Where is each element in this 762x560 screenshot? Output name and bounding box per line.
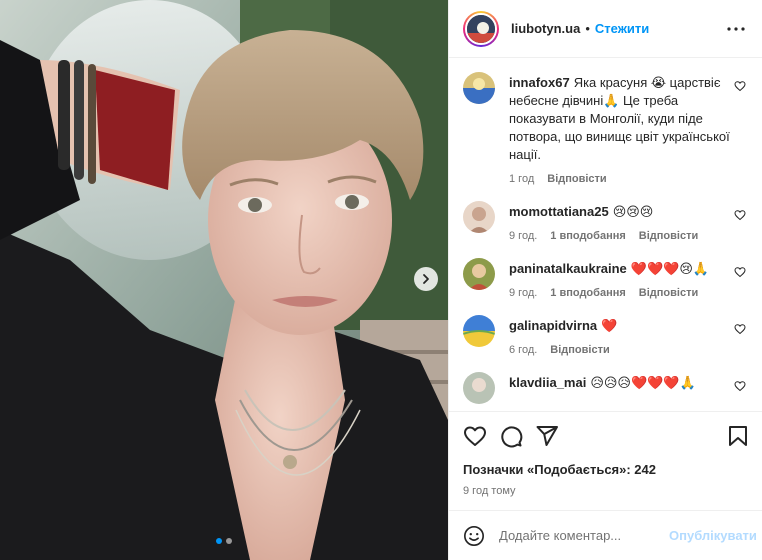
author-avatar[interactable] [463,10,499,47]
bookmark-icon [729,426,747,446]
commenter-avatar[interactable] [463,372,495,404]
emoji-button[interactable] [463,524,485,548]
comment-body: momottatiana25 😢😢😢 9 год. 1 вподобання Ві… [509,203,731,242]
comment-time[interactable]: 6 год. [509,344,537,356]
save-button[interactable] [724,424,748,448]
share-button[interactable] [535,418,571,454]
heart-icon [734,210,746,221]
comment-content: ❤️❤️❤️😢🙏 [630,261,710,276]
comment-composer: Опублікувати [449,510,762,560]
comment-like-button[interactable] [732,321,748,337]
heart-icon [734,81,746,92]
comment-like-button[interactable] [732,207,748,223]
comment-item: galinapidvirna ❤️ 6 год. Відповісти [463,315,748,356]
post-actions: Позначки «Подобається»: 242 9 год тому [449,411,762,499]
post-media[interactable] [0,0,448,560]
slide-dot [226,538,232,544]
author-username[interactable]: liubotyn.ua [511,21,580,36]
reply-button[interactable]: Відповісти [550,344,609,356]
comment-item: klavdiia_mai 😥😥😥❤️❤️❤️🙏 [463,372,748,404]
comment-likes-count[interactable]: 1 вподобання [550,230,625,242]
reply-button[interactable]: Відповісти [547,173,606,185]
comment-content: ❤️ [601,318,618,333]
reply-button[interactable]: Відповісти [639,287,698,299]
action-row [463,412,748,460]
comment-text: innafox67 Яка красуня 😭 царствіє небесне … [509,74,731,164]
comment-username[interactable]: paninatalkaukraine [509,261,627,276]
comment-like-button[interactable] [732,378,748,394]
comment-body: galinapidvirna ❤️ 6 год. Відповісти [509,317,731,356]
header-separator: • [585,21,590,36]
comment-icon [501,426,523,448]
comment-like-button[interactable] [732,78,748,94]
comments-list[interactable]: innafox67 Яка красуня 😭 царствіє небесне … [449,58,762,411]
follow-button[interactable]: Стежити [595,21,649,36]
post-timestamp[interactable]: 9 год тому [463,485,748,497]
comment-time[interactable]: 9 год. [509,230,537,242]
chevron-right-icon [423,274,429,284]
comment-like-button[interactable] [732,264,748,280]
account-avatar-icon [465,12,497,45]
comment-text: galinapidvirna ❤️ [509,317,731,335]
like-button[interactable] [463,418,499,454]
publish-button[interactable]: Опублікувати [669,528,757,543]
heart-icon [734,267,746,278]
emoji-icon [464,525,484,546]
likes-count[interactable]: Позначки «Подобається»: 242 [463,462,748,477]
comment-input[interactable] [499,528,669,543]
post-dialog: liubotyn.ua • Стежити innafox67 Яка красу… [0,0,762,560]
comment-text: momottatiana25 😢😢😢 [509,203,731,221]
comment-meta: 6 год. Відповісти [509,344,731,356]
post-side-panel: liubotyn.ua • Стежити innafox67 Яка красу… [448,0,762,560]
slide-dot-active [216,538,222,544]
comment-time[interactable]: 9 год. [509,287,537,299]
comment-username[interactable]: klavdiia_mai [509,375,586,390]
comment-body: klavdiia_mai 😥😥😥❤️❤️❤️🙏 [509,374,731,404]
share-icon [536,426,558,446]
comment-text: klavdiia_mai 😥😥😥❤️❤️❤️🙏 [509,374,731,392]
comment-content: 😥😥😥❤️❤️❤️🙏 [590,375,696,390]
comment-meta: 9 год. 1 вподобання Відповісти [509,230,731,242]
commenter-avatar[interactable] [463,201,495,233]
comment-item: innafox67 Яка красуня 😭 царствіє небесне … [463,72,748,185]
comment-meta: 9 год. 1 вподобання Відповісти [509,287,731,299]
comment-username[interactable]: galinapidvirna [509,318,597,333]
comment-body: paninatalkaukraine ❤️❤️❤️😢🙏 9 год. 1 впод… [509,260,731,299]
heart-icon [734,324,746,335]
comment-likes-count[interactable]: 1 вподобання [550,287,625,299]
heart-icon [464,426,486,446]
comment-button[interactable] [499,418,535,454]
heart-icon [734,381,746,392]
slide-indicator [0,538,448,544]
more-options-icon[interactable] [724,17,748,41]
post-photo [0,0,448,560]
comment-item: paninatalkaukraine ❤️❤️❤️😢🙏 9 год. 1 впод… [463,258,748,299]
comment-meta: 1 год Відповісти [509,173,731,185]
reply-button[interactable]: Відповісти [639,230,698,242]
next-slide-button[interactable] [414,267,438,291]
commenter-avatar[interactable] [463,72,495,104]
comment-content: 😢😢😢 [612,204,654,219]
comment-username[interactable]: momottatiana25 [509,204,609,219]
comment-body: innafox67 Яка красуня 😭 царствіє небесне … [509,74,731,185]
comment-username[interactable]: innafox67 [509,75,570,90]
post-header: liubotyn.ua • Стежити [449,0,762,58]
commenter-avatar[interactable] [463,258,495,290]
comment-text: paninatalkaukraine ❤️❤️❤️😢🙏 [509,260,731,278]
commenter-avatar[interactable] [463,315,495,347]
comment-time[interactable]: 1 год [509,173,534,185]
comment-item: momottatiana25 😢😢😢 9 год. 1 вподобання Ві… [463,201,748,242]
